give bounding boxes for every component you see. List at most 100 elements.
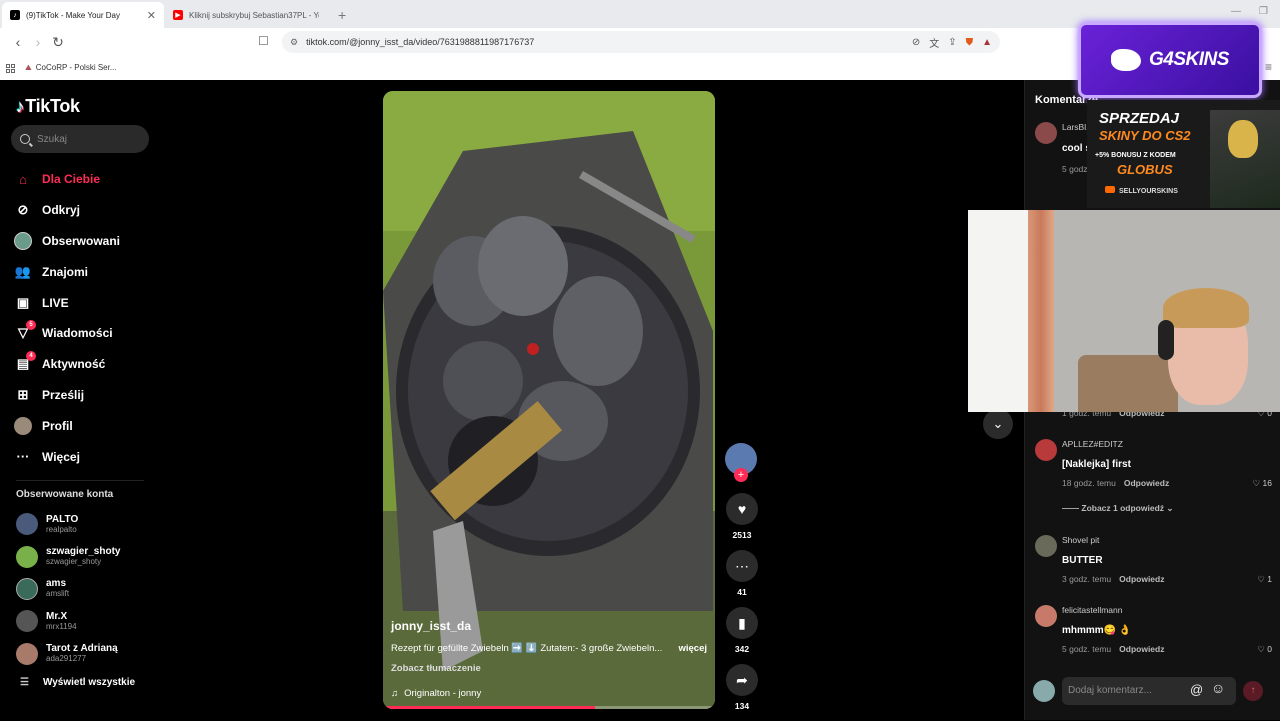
nav-item-upload[interactable]: ⊞ Prześlij (14, 380, 120, 411)
reload-icon[interactable]: ↻ (48, 34, 68, 51)
tiktok-logo[interactable]: ♪ TikTok (16, 96, 80, 117)
followed-account[interactable]: Mr.X mrx1194 (16, 605, 120, 637)
tiktok-logo-icon: ♪ (16, 96, 25, 116)
video-progress-bar[interactable] (383, 706, 715, 709)
headphones-icon (1158, 320, 1174, 360)
tab-title: Kliknij subskrybuj Sebastian37PL - Yo (189, 10, 319, 20)
comment-user[interactable]: Shovel pit (1062, 535, 1099, 545)
account-username: amslift (46, 589, 70, 599)
emoji-icon[interactable]: ☺ (1211, 680, 1225, 696)
nav-item-activity[interactable]: ▤ 4 Aktywność (14, 349, 120, 380)
profile-avatar-icon (14, 416, 32, 435)
comment-likes[interactable]: ♡ 0 (1257, 644, 1272, 655)
notification-badge: 5 (26, 320, 36, 331)
nav-item-live[interactable]: ▣ LIVE (14, 287, 120, 318)
next-video-button[interactable]: ⌄ (983, 409, 1013, 439)
nav-label: Obserwowani (42, 233, 121, 248)
minimize-icon[interactable]: — (1231, 6, 1241, 17)
comment-action[interactable]: ⋯ 41 (725, 550, 759, 597)
followed-account[interactable]: szwagier_shoty szwagier_shoty (16, 540, 120, 572)
comment-likes[interactable]: ♡ 1 (1257, 574, 1272, 585)
comment-user[interactable]: APLLEZ#EDITZ (1062, 439, 1123, 449)
avatar (16, 513, 38, 536)
forward-icon[interactable]: › (28, 34, 48, 50)
site-settings-icon[interactable]: ⚙ (290, 37, 298, 48)
address-bar[interactable]: ⚙ tiktok.com/@jonny_isst_da/video/763198… (282, 31, 1000, 53)
avatar[interactable] (1035, 535, 1057, 557)
nav-label: LIVE (42, 295, 69, 310)
nav-label: Odkryj (42, 203, 81, 218)
ad-line1: SPRZEDAJ (1099, 110, 1180, 127)
translate-link[interactable]: Zobacz tłumaczenie (391, 663, 707, 674)
followed-account[interactable]: ams amslift (16, 573, 120, 605)
brave-shield-icon[interactable]: ⛊ (966, 37, 974, 48)
nav-item-for-you[interactable]: ⌂ Dla Ciebie (14, 164, 120, 195)
reply-button[interactable]: Odpowiedz (1119, 644, 1164, 654)
ad-line2: SKINY DO CS2 (1099, 128, 1191, 143)
browser-tab-youtube[interactable]: ▶ Kliknij subskrybuj Sebastian37PL - Yo (165, 2, 327, 28)
video-author[interactable]: jonny_isst_da (391, 619, 707, 633)
followed-account[interactable]: Tarot z Adrianą ada291277 (16, 638, 120, 670)
chevron-down-icon: ⌄ (992, 416, 1004, 431)
reply-button[interactable]: Odpowiedz (1119, 574, 1164, 584)
more-button[interactable]: więcej (678, 643, 707, 654)
save-action[interactable]: ▮ 342 (725, 607, 759, 654)
search-input[interactable]: Szukaj (11, 125, 149, 153)
live-icon: ▣ (16, 294, 30, 310)
g4skins-text: G4SKINS (1149, 49, 1229, 70)
followed-account[interactable]: PALTO realpalto (16, 508, 120, 540)
share-action[interactable]: ➦ 134 (725, 664, 759, 711)
video-player[interactable]: jonny_isst_da Rezept für gefüllte Zwiebe… (383, 91, 715, 709)
show-all-button[interactable]: ☰ Wyświetl wszystkie (20, 677, 135, 688)
tab-title: (9)TikTok - Make Your Day (26, 10, 120, 20)
nav-label: Dla Ciebie (42, 172, 101, 187)
back-icon[interactable]: ‹ (8, 34, 28, 50)
avatar[interactable] (1035, 439, 1057, 461)
apps-icon[interactable] (6, 63, 15, 73)
video-frame (383, 91, 715, 709)
nav-label: Prześlij (42, 387, 85, 402)
new-tab-icon[interactable]: + (338, 7, 346, 23)
music-info[interactable]: ♫ Originalton - jonny (391, 688, 707, 699)
search-icon (20, 134, 30, 144)
browser-tab-tiktok[interactable]: ♪ (9)TikTok - Make Your Day ✕ (2, 2, 164, 28)
description-text: Rezept für gefüllte Zwiebeln ➡️ ⬇️ Zutat… (391, 643, 663, 654)
avatar[interactable] (1035, 122, 1057, 144)
ad-line3: +5% BONUSU Z KODEM (1095, 152, 1176, 159)
bookmark-item[interactable]: ⛰ CoCoRP - Polski Ser... (25, 63, 117, 73)
avatar[interactable] (1035, 605, 1057, 627)
like-action[interactable]: ♥ 2513 (725, 493, 759, 540)
menu-icon[interactable]: ≡ (1265, 60, 1272, 74)
nav-item-profile[interactable]: Profil (14, 410, 120, 441)
ad-brand: SELLYOURSKINS (1105, 186, 1178, 195)
view-replies-button[interactable]: —— Zobacz 1 odpowiedź ⌄ (1062, 503, 1174, 514)
nav-item-friends[interactable]: 👥 Znajomi (14, 256, 120, 287)
brave-rewards-icon[interactable]: ▲ (982, 37, 992, 48)
comment-input[interactable]: Dodaj komentarz... (1062, 677, 1236, 705)
send-button[interactable]: ↑ (1243, 681, 1263, 701)
reply-button[interactable]: Odpowiedz (1124, 478, 1169, 488)
nav-item-explore[interactable]: ⊘ Odkryj (14, 195, 120, 226)
bookmark-save-icon: ▮ (726, 607, 758, 639)
window-controls: — ❐ (1231, 6, 1268, 17)
creator-avatar[interactable]: + (725, 443, 757, 482)
divider (16, 480, 144, 481)
like-count: 1 (1267, 574, 1272, 584)
webcam-overlay (968, 210, 1280, 412)
translate-icon[interactable]: 文 (929, 35, 939, 50)
nav-item-more[interactable]: ··· Więcej (14, 441, 120, 472)
bookmark-icon[interactable]: ☐ (258, 34, 269, 48)
logo-text: TikTok (25, 96, 80, 116)
comment-user[interactable]: felicitastellmann (1062, 605, 1122, 615)
mention-icon[interactable]: @ (1190, 682, 1203, 697)
maximize-icon[interactable]: ❐ (1259, 6, 1268, 17)
nav-item-following[interactable]: Obserwowani (14, 226, 120, 257)
no-tracking-icon[interactable]: ⊘ (912, 37, 920, 48)
close-icon[interactable]: ✕ (147, 9, 156, 22)
comment-item: felicitastellmann mhmmm😋 👌 5 godz. temu O… (1035, 605, 1272, 665)
account-name: ams (46, 578, 67, 590)
follow-plus-icon[interactable]: + (734, 468, 748, 482)
share-icon[interactable]: ⇪ (948, 37, 956, 48)
comment-likes[interactable]: ♡ 16 (1253, 478, 1272, 489)
nav-item-messages[interactable]: ▽ 5 Wiadomości (14, 318, 120, 349)
